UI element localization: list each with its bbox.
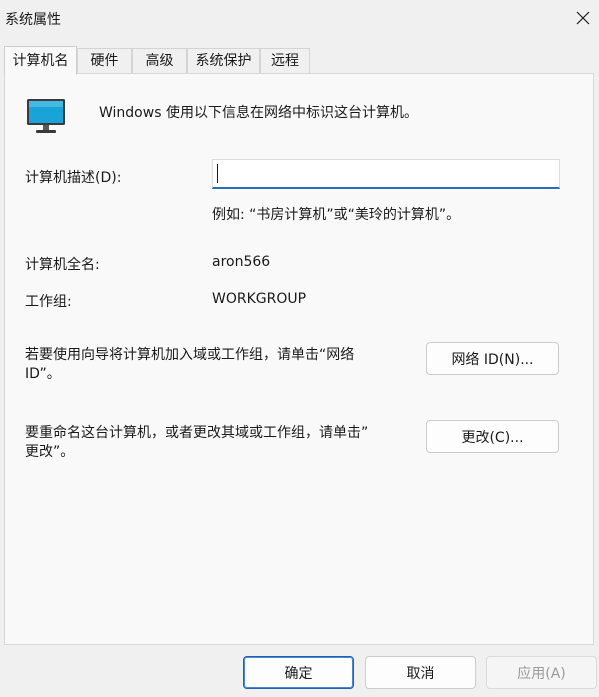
computer-monitor-icon xyxy=(27,99,65,133)
network-id-button[interactable]: 网络 ID(N)... xyxy=(426,342,559,375)
computer-name-panel: Windows 使用以下信息在网络中标识这台计算机。 计算机描述(D): 例如:… xyxy=(4,73,594,645)
cancel-button[interactable]: 取消 xyxy=(365,656,476,689)
system-properties-window: 系统属性 计算机名 硬件 高级 系统保护 远程 Windows 使用以下信息在网… xyxy=(0,0,599,697)
intro-text: Windows 使用以下信息在网络中标识这台计算机。 xyxy=(99,105,418,121)
full-computer-name-value: aron566 xyxy=(212,254,271,270)
tab-advanced[interactable]: 高级 xyxy=(132,48,187,74)
tab-computer-name[interactable]: 计算机名 xyxy=(4,46,77,75)
computer-description-label: 计算机描述(D): xyxy=(25,170,122,186)
ok-button[interactable]: 确定 xyxy=(243,656,354,689)
title-bar: 系统属性 xyxy=(0,0,599,38)
tab-remote[interactable]: 远程 xyxy=(260,48,310,74)
full-computer-name-label: 计算机全名: xyxy=(25,257,100,273)
network-id-instructions-line1: 若要使用向导将计算机加入域或工作组，请单击“网络 xyxy=(25,347,355,363)
close-button[interactable] xyxy=(566,2,599,34)
description-example-hint: 例如: “书房计算机”或“美玲的计算机”。 xyxy=(212,207,461,223)
tab-system-protection[interactable]: 系统保护 xyxy=(187,48,260,74)
window-title: 系统属性 xyxy=(5,12,61,28)
rename-instructions-line2: 更改”。 xyxy=(25,444,75,460)
computer-description-input[interactable] xyxy=(212,159,560,189)
workgroup-label: 工作组: xyxy=(25,294,72,310)
network-id-instructions-line2: ID”。 xyxy=(25,366,61,382)
change-button[interactable]: 更改(C)... xyxy=(426,420,559,453)
apply-button[interactable]: 应用(A) xyxy=(486,656,597,689)
rename-instructions-line1: 要重命名这台计算机，或者更改其域或工作组，请单击” xyxy=(25,425,369,441)
tab-hardware[interactable]: 硬件 xyxy=(77,48,132,74)
text-caret xyxy=(217,164,218,183)
close-icon xyxy=(576,11,590,25)
workgroup-value: WORKGROUP xyxy=(212,291,307,307)
